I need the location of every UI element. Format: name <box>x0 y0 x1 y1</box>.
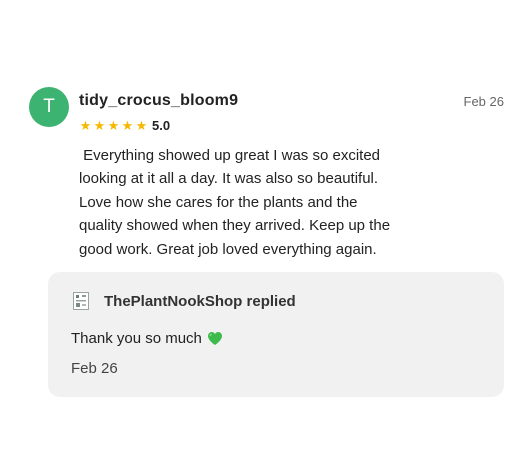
replied-label: replied <box>246 293 296 310</box>
green-heart-icon <box>207 332 222 345</box>
review-card: T tidy_crocus_bloom9 Feb 26 ★ ★ ★ ★ ★ 5.… <box>0 0 530 467</box>
shop-name[interactable]: ThePlantNookShop <box>104 293 242 310</box>
star-icon: ★ <box>107 117 120 133</box>
star-rating: ★ ★ ★ ★ ★ <box>79 119 148 132</box>
review-date: Feb 26 <box>463 94 504 109</box>
reply-text: Thank you so much <box>71 330 202 347</box>
rating-value: 5.0 <box>152 117 171 133</box>
star-icon: ★ <box>79 117 92 133</box>
star-icon: ★ <box>135 117 148 133</box>
reply-message: Thank you so much <box>71 330 223 347</box>
star-icon: ★ <box>121 117 134 133</box>
review-text: Everything showed up great I was so exci… <box>79 147 391 258</box>
reply-header: ThePlantNookShop replied <box>104 293 296 310</box>
reply-date: Feb 26 <box>71 360 118 377</box>
reviewer-username[interactable]: tidy_crocus_bloom9 <box>79 92 238 110</box>
shop-reply: ThePlantNookShop replied Thank you so mu… <box>48 272 504 397</box>
star-icon: ★ <box>93 117 106 133</box>
avatar[interactable]: T <box>29 87 69 127</box>
rating-row: ★ ★ ★ ★ ★ 5.0 <box>79 117 170 133</box>
avatar-initial: T <box>43 96 55 117</box>
shop-logo-icon <box>73 292 89 310</box>
